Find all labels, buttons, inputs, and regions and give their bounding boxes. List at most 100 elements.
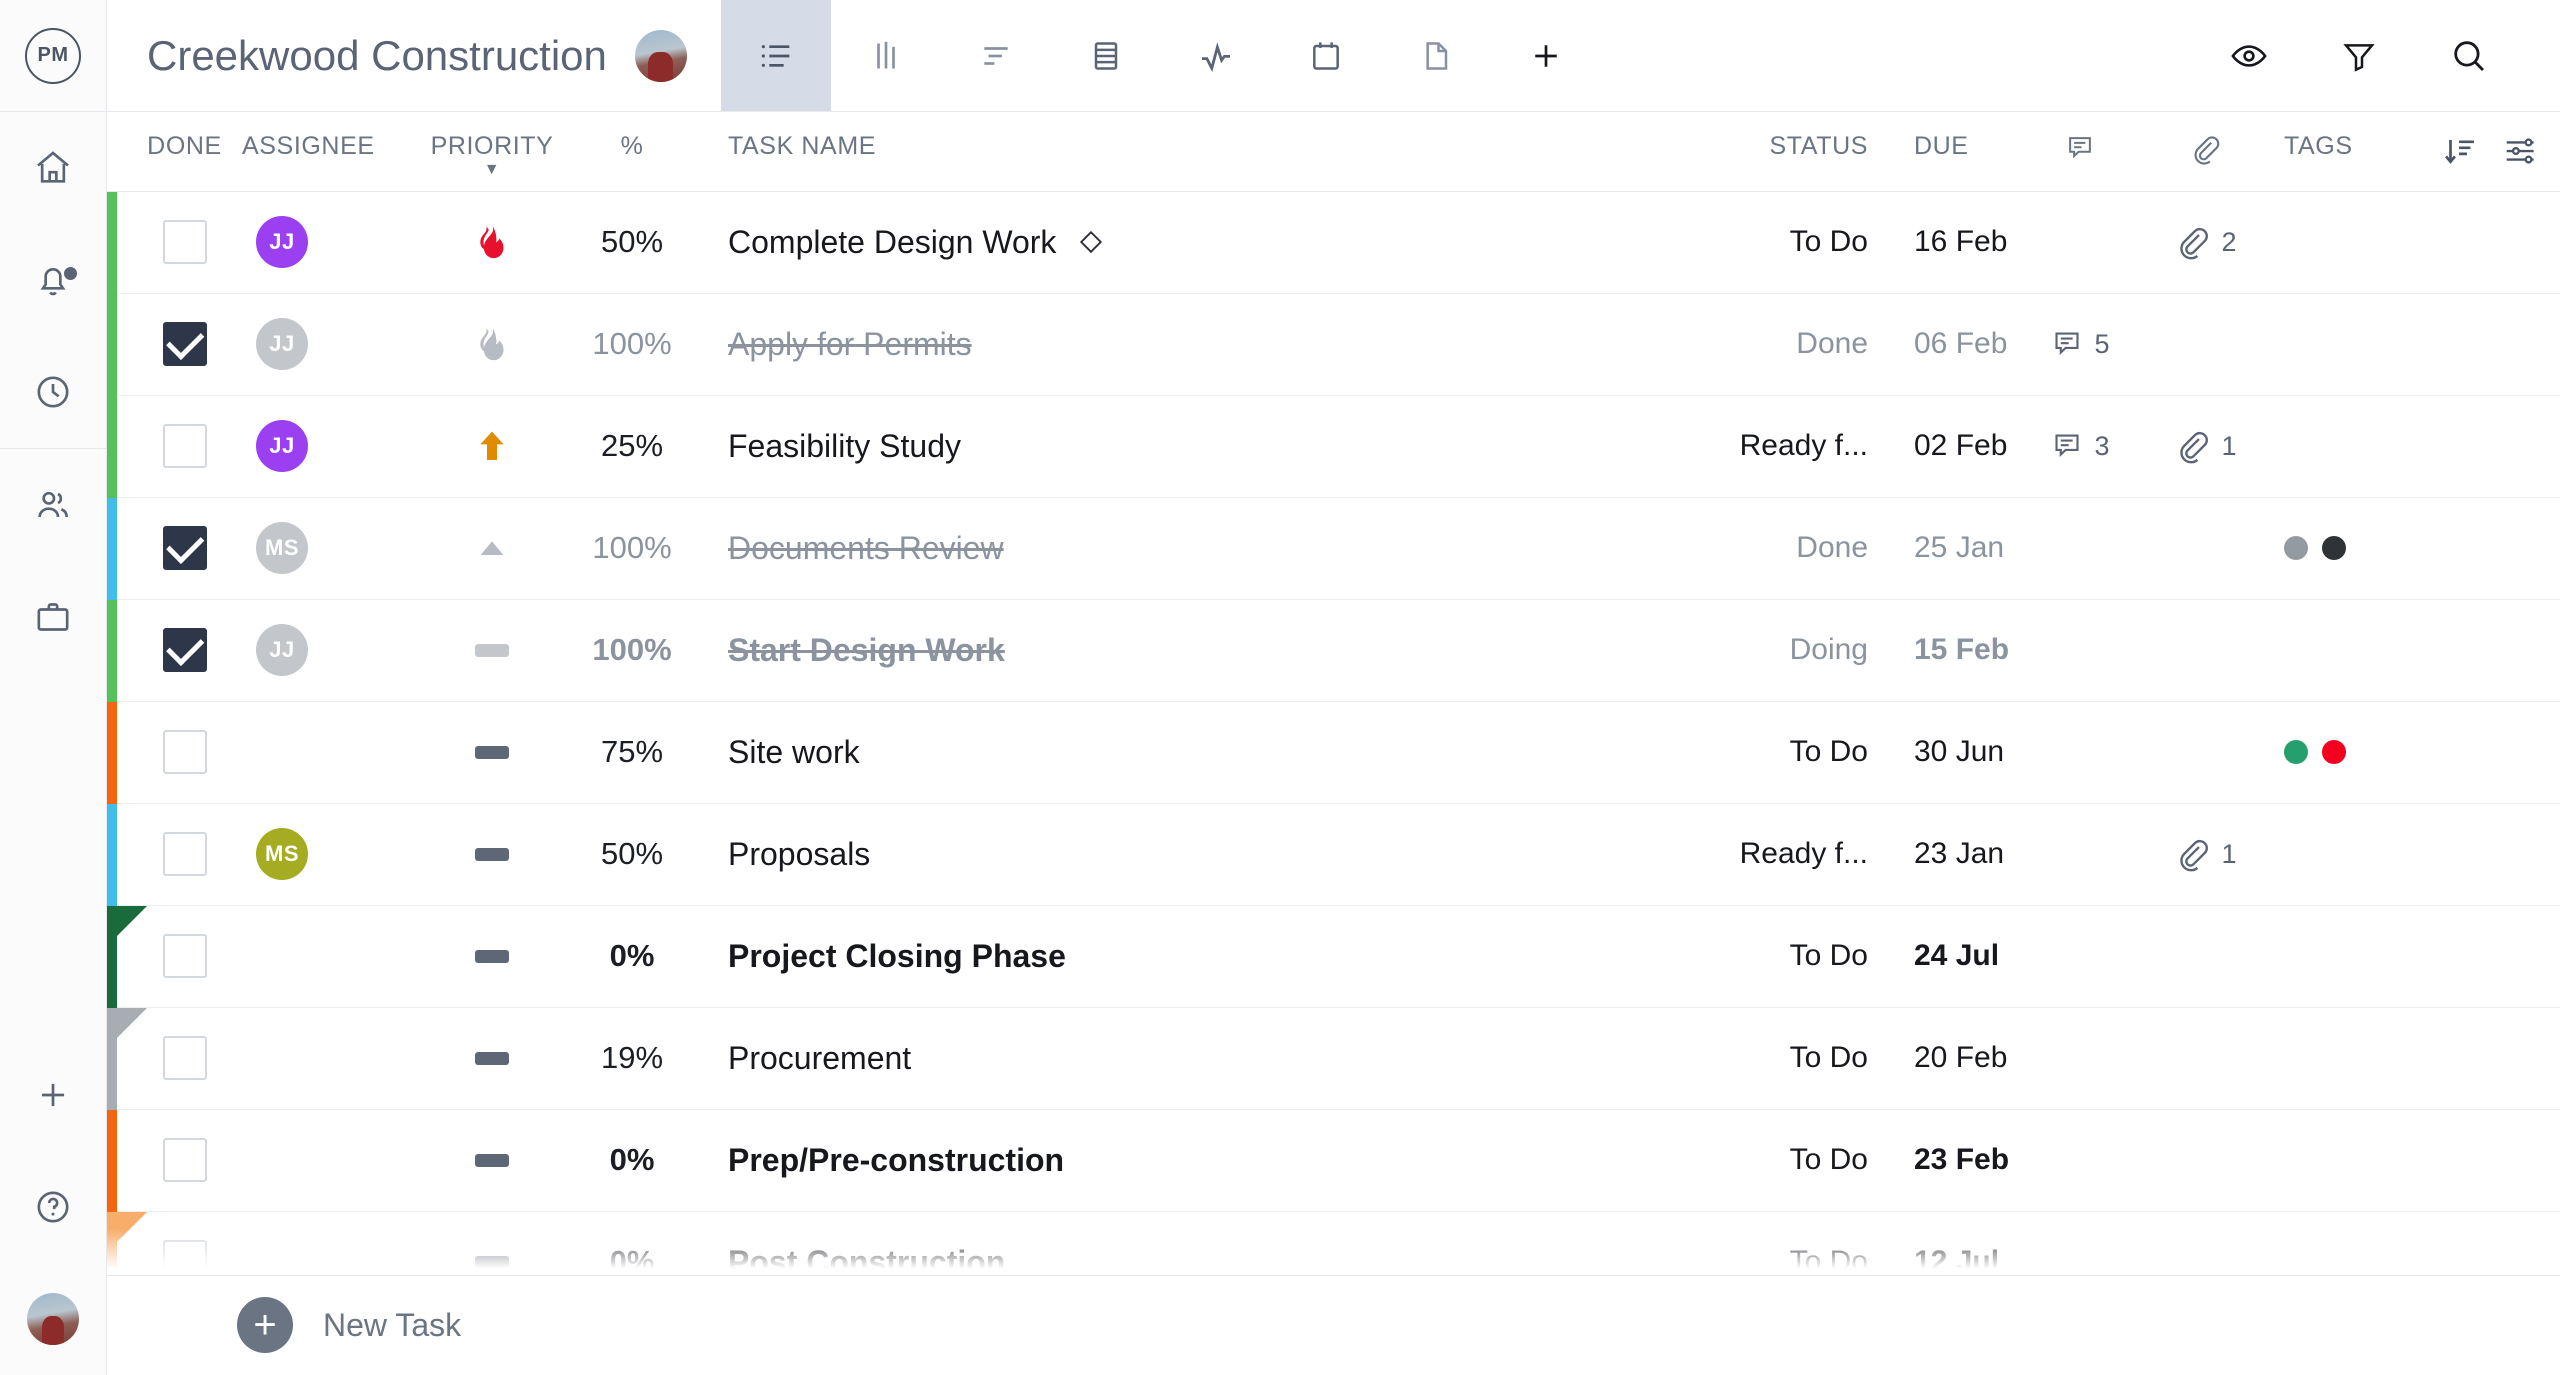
cell-priority[interactable] xyxy=(412,1234,572,1274)
cell-due[interactable]: 16 Feb xyxy=(1890,225,2020,259)
cell-priority[interactable] xyxy=(412,724,572,780)
table-row[interactable]: JJ 25% Feasibility Study Ready f... 02 Feb 3 1 xyxy=(107,395,2560,498)
cell-assignee[interactable]: MS xyxy=(242,522,412,575)
cell-status[interactable]: To Do xyxy=(1710,735,1890,769)
cell-percent[interactable]: 0% xyxy=(572,1244,692,1274)
tab-page[interactable] xyxy=(1381,0,1491,111)
cell-status[interactable]: To Do xyxy=(1710,1143,1890,1177)
sidebar-item-home[interactable] xyxy=(0,112,107,224)
cell-percent[interactable]: 0% xyxy=(572,1142,692,1178)
cell-due[interactable]: 24 Jul xyxy=(1890,939,2020,973)
header-priority[interactable]: PRIORITY ▼ xyxy=(412,132,572,178)
header-comments[interactable] xyxy=(2020,132,2140,164)
tab-add-view[interactable] xyxy=(1491,0,1601,111)
cell-status[interactable]: Ready f... xyxy=(1710,429,1890,463)
column-settings-icon[interactable] xyxy=(2501,132,2539,170)
done-checkbox[interactable] xyxy=(162,1240,207,1275)
table-row[interactable]: 0% Project Closing Phase To Do 24 Jul xyxy=(107,905,2560,1008)
cell-due[interactable]: 12 Jul xyxy=(1890,1245,2020,1274)
cell-priority[interactable] xyxy=(412,214,572,270)
header-tags[interactable]: TAGS xyxy=(2270,132,2420,161)
cell-percent[interactable]: 100% xyxy=(572,632,692,668)
done-checkbox[interactable] xyxy=(162,322,207,367)
sidebar-item-time[interactable] xyxy=(0,336,107,448)
done-checkbox[interactable] xyxy=(162,628,207,673)
cell-percent[interactable]: 100% xyxy=(572,326,692,362)
table-row[interactable]: MS 50% Proposals Ready f... 23 Jan 1 xyxy=(107,803,2560,906)
sidebar-item-notifications[interactable] xyxy=(0,224,107,336)
cell-due[interactable]: 25 Jan xyxy=(1890,531,2020,565)
header-attachments[interactable] xyxy=(2140,132,2270,166)
cell-priority[interactable] xyxy=(412,622,572,678)
table-row[interactable]: JJ 100% Apply for Permits Done 06 Feb 5 xyxy=(107,293,2560,396)
sidebar-item-account[interactable] xyxy=(0,1263,107,1375)
tab-board[interactable] xyxy=(831,0,941,111)
cell-percent[interactable]: 25% xyxy=(572,428,692,464)
cell-priority[interactable] xyxy=(412,928,572,984)
table-row[interactable]: 19% Procurement To Do 20 Feb xyxy=(107,1007,2560,1110)
cell-due[interactable]: 20 Feb xyxy=(1890,1041,2020,1075)
tab-calendar[interactable] xyxy=(1271,0,1381,111)
header-done[interactable]: DONE xyxy=(127,132,242,161)
cell-priority[interactable] xyxy=(412,520,572,576)
cell-assignee[interactable]: JJ xyxy=(242,216,412,269)
done-checkbox[interactable] xyxy=(162,220,207,265)
cell-due[interactable]: 02 Feb xyxy=(1890,429,2020,463)
show-hide-button[interactable] xyxy=(2194,0,2304,112)
cell-due[interactable]: 23 Jan xyxy=(1890,837,2020,871)
cell-due[interactable]: 30 Jun xyxy=(1890,735,2020,769)
cell-priority[interactable] xyxy=(412,316,572,372)
cell-assignee[interactable]: JJ xyxy=(242,624,412,677)
header-due[interactable]: DUE xyxy=(1890,132,2020,161)
cell-assignee[interactable]: MS xyxy=(242,828,412,881)
cell-task-name[interactable]: Proposals xyxy=(692,836,1710,873)
cell-percent[interactable]: 75% xyxy=(572,734,692,770)
table-row[interactable]: 75% Site work To Do 30 Jun xyxy=(107,701,2560,804)
cell-task-name[interactable]: Post Construction xyxy=(692,1244,1710,1275)
table-row[interactable]: 0% Prep/Pre-construction To Do 23 Feb xyxy=(107,1109,2560,1212)
cell-priority[interactable] xyxy=(412,1030,572,1086)
cell-task-name[interactable]: Complete Design Work xyxy=(692,224,1710,261)
cell-status[interactable]: Done xyxy=(1710,327,1890,361)
tab-sheet[interactable] xyxy=(1051,0,1161,111)
table-row[interactable]: 0% Post Construction To Do 12 Jul xyxy=(107,1211,2560,1275)
header-assignee[interactable]: ASSIGNEE xyxy=(242,132,412,161)
cell-task-name[interactable]: Feasibility Study xyxy=(692,428,1710,465)
cell-comments[interactable]: 3 xyxy=(2020,429,2140,463)
done-checkbox[interactable] xyxy=(162,424,207,469)
cell-task-name[interactable]: Start Design Work xyxy=(692,632,1710,669)
cell-percent[interactable]: 50% xyxy=(572,224,692,260)
header-percent[interactable]: % xyxy=(572,132,692,161)
cell-tags[interactable] xyxy=(2270,536,2420,561)
header-status[interactable]: STATUS xyxy=(1710,132,1890,161)
done-checkbox[interactable] xyxy=(162,832,207,877)
sidebar-item-portfolio[interactable] xyxy=(0,561,107,673)
table-row[interactable]: MS 100% Documents Review Done 25 Jan xyxy=(107,497,2560,600)
table-row[interactable]: JJ 50% Complete Design Work To Do 16 Feb 2 xyxy=(107,191,2560,294)
add-task-icon[interactable]: + xyxy=(237,1297,293,1354)
cell-priority[interactable] xyxy=(412,826,572,882)
header-task-name[interactable]: TASK NAME xyxy=(692,132,1710,161)
done-checkbox[interactable] xyxy=(162,1036,207,1081)
done-checkbox[interactable] xyxy=(162,526,207,571)
project-header[interactable]: Creekwood Construction xyxy=(107,0,721,111)
cell-status[interactable]: To Do xyxy=(1710,939,1890,973)
cell-attachments[interactable]: 2 xyxy=(2140,223,2270,261)
cell-priority[interactable] xyxy=(412,418,572,474)
sort-descending-icon[interactable] xyxy=(2441,132,2479,170)
cell-status[interactable]: To Do xyxy=(1710,1245,1890,1274)
tab-gantt[interactable] xyxy=(941,0,1051,111)
cell-percent[interactable]: 19% xyxy=(572,1040,692,1076)
app-logo[interactable]: PM xyxy=(0,0,107,112)
cell-status[interactable]: Done xyxy=(1710,531,1890,565)
done-checkbox[interactable] xyxy=(162,934,207,979)
cell-status[interactable]: To Do xyxy=(1710,225,1890,259)
cell-task-name[interactable]: Procurement xyxy=(692,1040,1710,1077)
tab-list[interactable] xyxy=(720,0,831,111)
search-button[interactable] xyxy=(2414,0,2524,112)
cell-task-name[interactable]: Apply for Permits xyxy=(692,326,1710,363)
cell-status[interactable]: Doing xyxy=(1710,633,1890,667)
done-checkbox[interactable] xyxy=(162,1138,207,1183)
tab-activity[interactable] xyxy=(1161,0,1271,111)
cell-task-name[interactable]: Prep/Pre-construction xyxy=(692,1142,1710,1179)
